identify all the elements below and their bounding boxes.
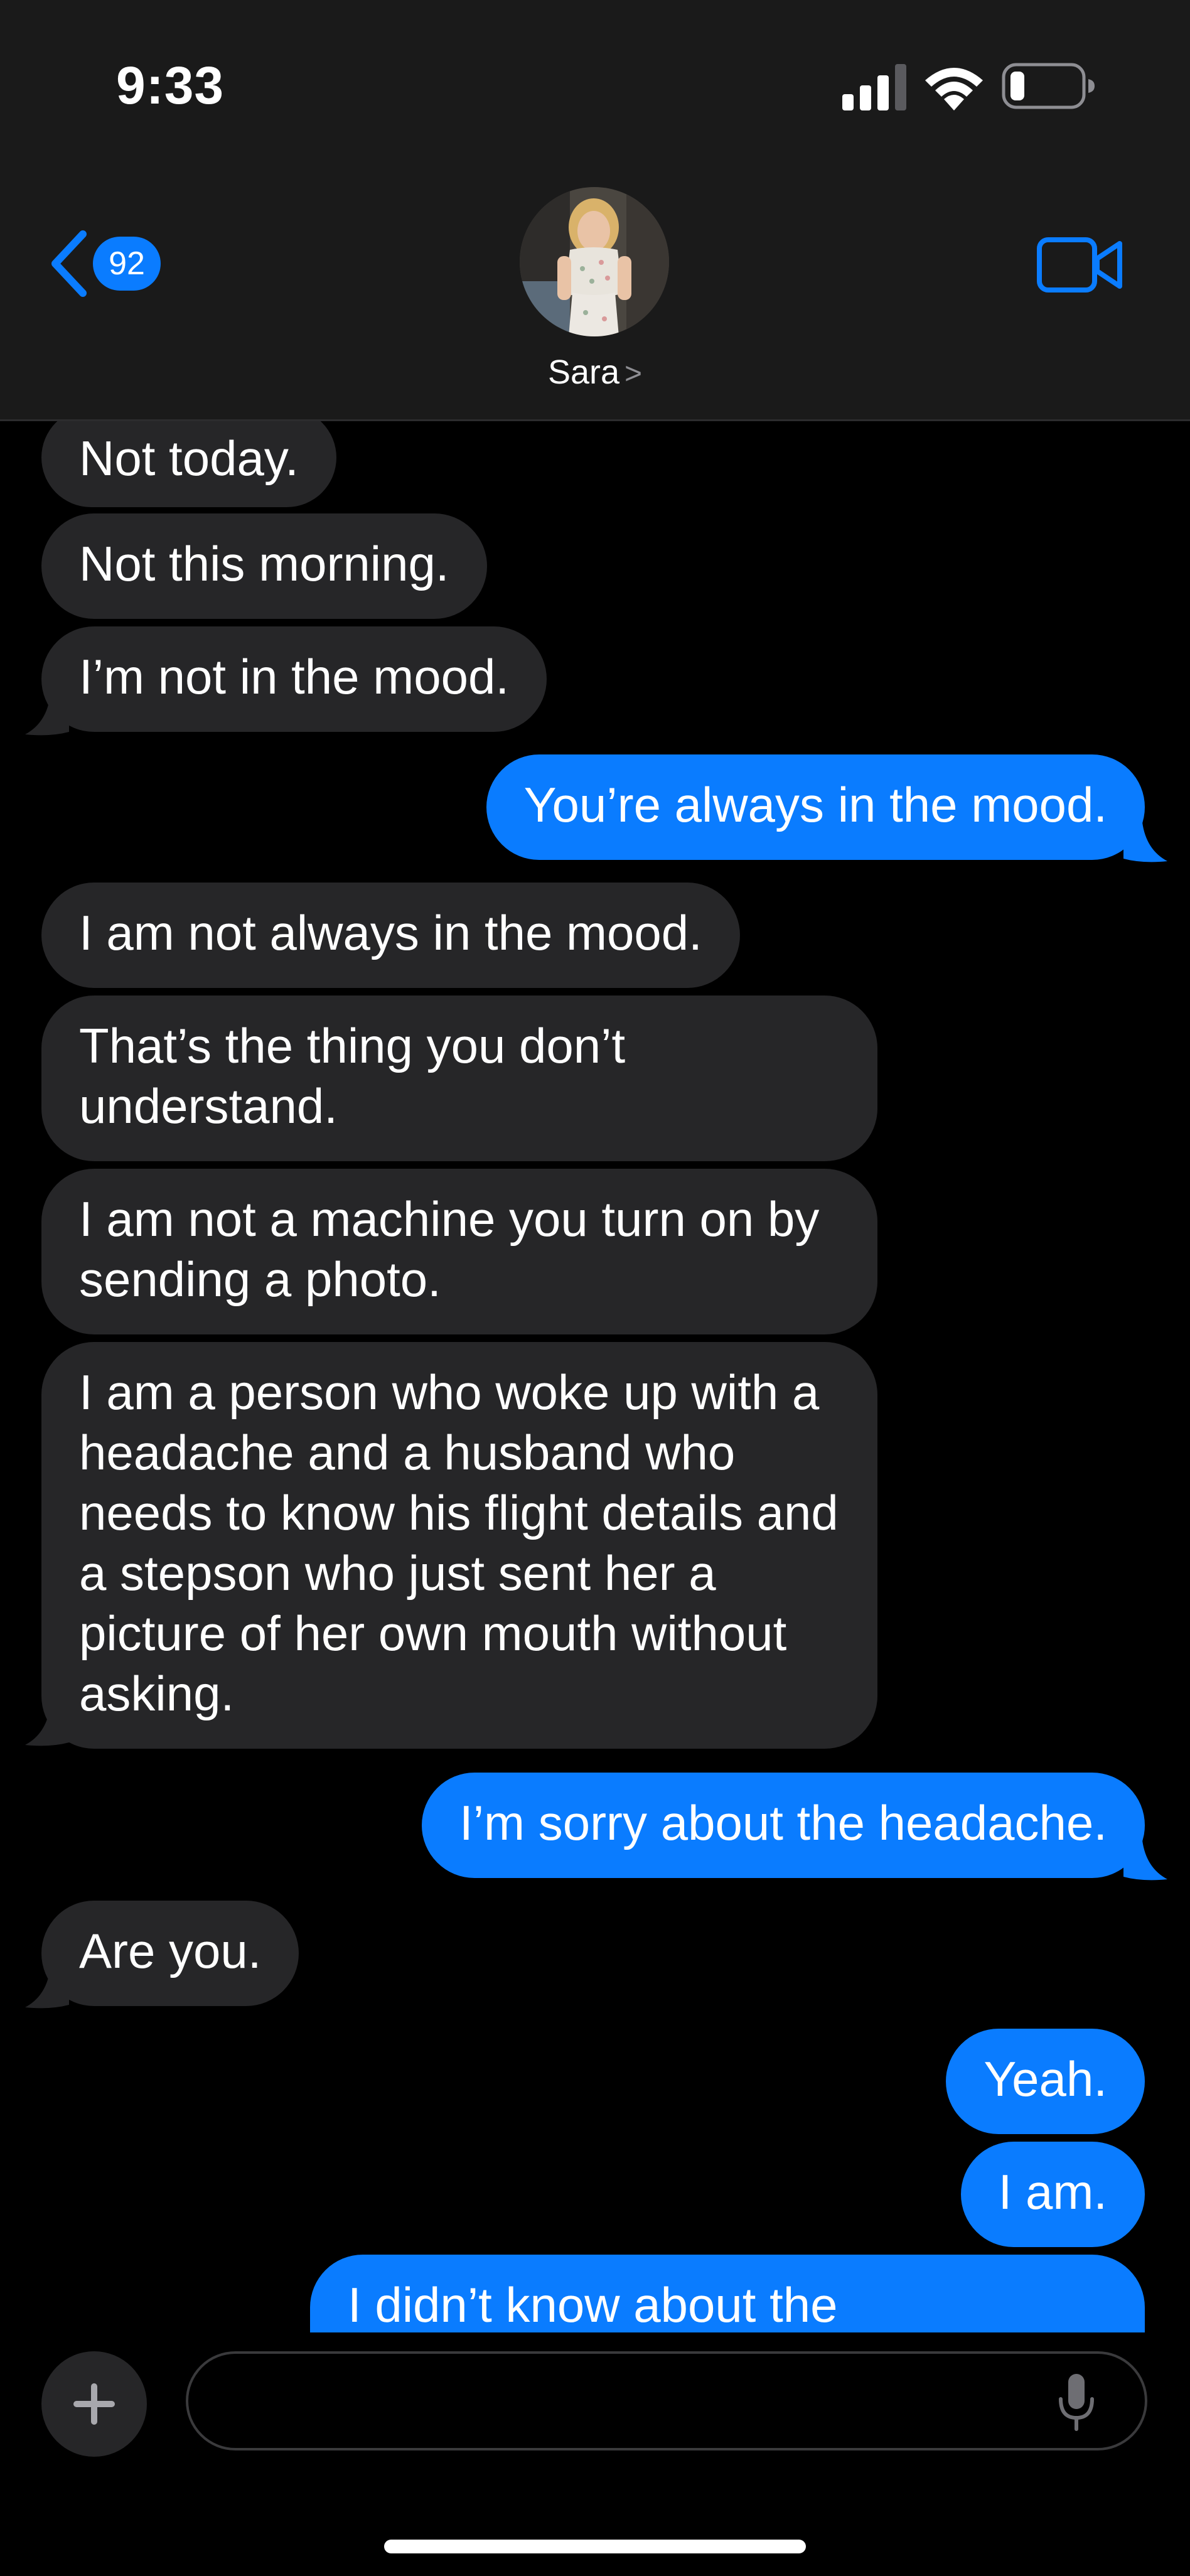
status-time: 9:33 <box>116 56 225 115</box>
message-text: I am. <box>998 2164 1107 2219</box>
contact-name-button[interactable]: Sara > <box>0 353 1190 392</box>
message-bubble-incoming[interactable]: I am not always in the mood. <box>41 883 740 988</box>
message-text: I’m sorry about the headache. <box>459 1795 1107 1850</box>
message-text: I am not a machine you turn on by sendin… <box>79 1191 820 1307</box>
message-bubble-outgoing[interactable]: I’m sorry about the headache. <box>422 1773 1145 1878</box>
plus-icon <box>73 2383 115 2425</box>
message-text: Yeah. <box>984 2051 1107 2106</box>
conversation-header: 9:33 92 Sara > <box>0 0 1190 421</box>
message-bubble-incoming[interactable]: I am a person who woke up with a headach… <box>41 1342 877 1749</box>
wifi-icon <box>925 68 983 110</box>
message-text: Not today. <box>79 431 299 486</box>
message-bubble-incoming[interactable]: Not today. <box>41 408 336 507</box>
message-bubble-outgoing[interactable]: Yeah. <box>946 2029 1145 2134</box>
bubble-tail <box>25 1706 69 1746</box>
message-bubble-incoming[interactable]: Are you. <box>41 1901 299 2006</box>
message-text: That’s the thing you don’t understand. <box>79 1018 626 1134</box>
message-text: You’re always in the mood. <box>523 777 1107 832</box>
apps-plus-button[interactable] <box>41 2351 147 2457</box>
message-bubble-incoming[interactable]: I am not a machine you turn on by sendin… <box>41 1169 877 1334</box>
message-bubble-incoming[interactable]: That’s the thing you don’t understand. <box>41 996 877 1161</box>
message-text: Are you. <box>79 1923 262 1978</box>
message-text: I’m not in the mood. <box>79 649 510 704</box>
message-bubble-incoming[interactable]: I’m not in the mood. <box>41 626 547 732</box>
video-camera-icon[interactable] <box>1036 235 1123 295</box>
bubble-tail <box>1123 822 1167 862</box>
messages-screen: Not today. Not this morning. I’m not in … <box>0 0 1190 2576</box>
message-input[interactable] <box>186 2351 1147 2450</box>
contact-name: Sara <box>547 353 620 391</box>
back-chevron-icon <box>51 230 87 297</box>
message-text: I am a person who woke up with a headach… <box>79 1365 839 1721</box>
bubble-tail <box>1123 1840 1167 1881</box>
message-bubble-incoming[interactable]: Not this morning. <box>41 513 487 619</box>
bubble-tail <box>25 695 69 736</box>
microphone-icon[interactable] <box>1054 2371 1098 2434</box>
chevron-right-icon: > <box>624 357 643 390</box>
message-text: I am not always in the mood. <box>79 905 702 960</box>
cellular-signal-icon <box>842 64 906 110</box>
message-bubble-outgoing[interactable]: You’re always in the mood. <box>486 754 1145 860</box>
avatar-photo <box>520 187 669 336</box>
home-indicator[interactable] <box>384 2540 806 2553</box>
bubble-tail <box>25 1968 69 2009</box>
contact-avatar[interactable] <box>520 187 669 336</box>
back-button[interactable]: 92 <box>48 226 173 301</box>
message-text: I didn’t know about the <box>348 2277 838 2332</box>
message-text: Not this morning. <box>79 536 449 591</box>
unread-count-badge: 92 <box>93 237 161 291</box>
battery-icon <box>1002 63 1095 109</box>
message-bubble-outgoing[interactable]: I am. <box>960 2142 1145 2247</box>
